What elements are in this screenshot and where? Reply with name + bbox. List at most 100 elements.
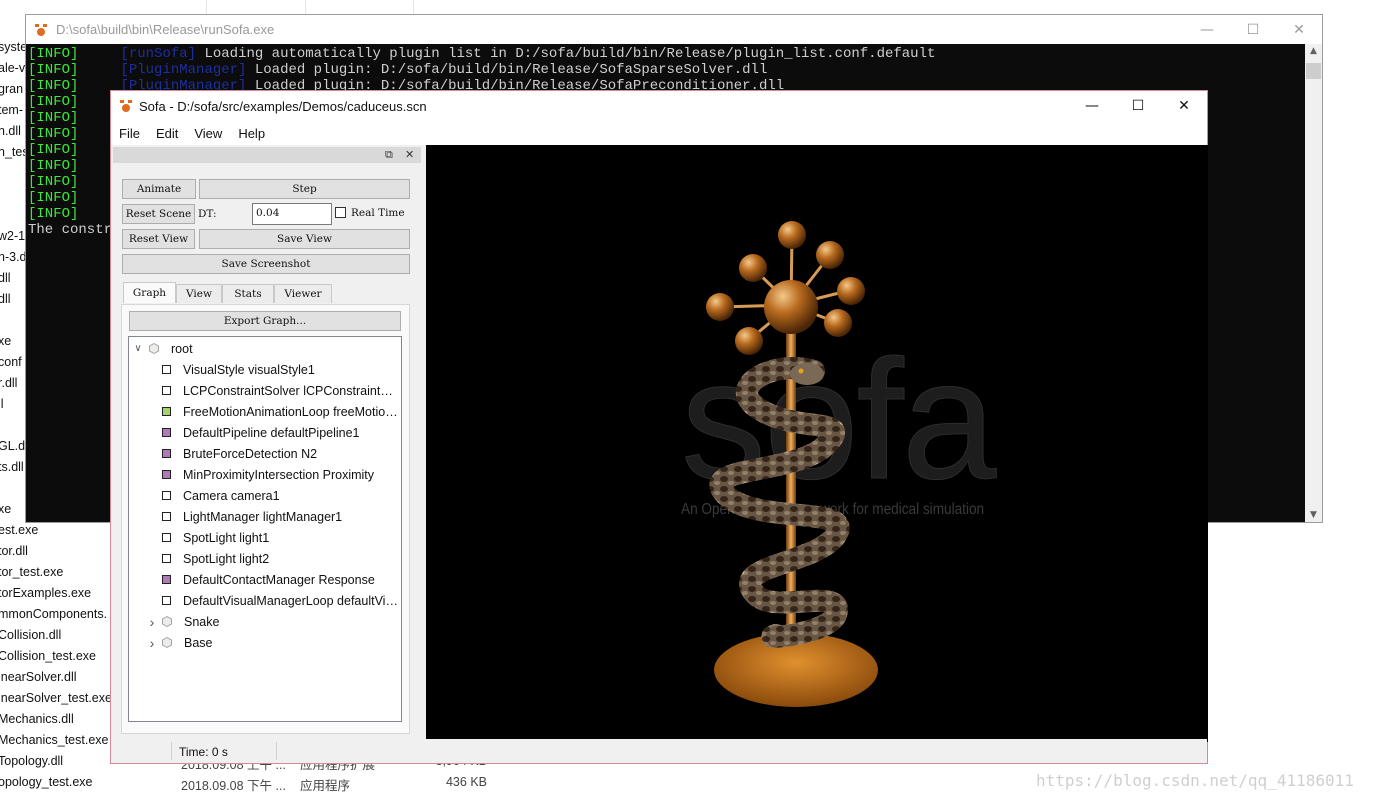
menu-view[interactable]: View [186,126,230,141]
file-name[interactable]: dll [0,271,11,285]
file-name[interactable]: Collision.dll [0,628,61,642]
console-line: [INFO] [runSofa] Loading automatically p… [28,46,935,62]
tree-item-label: MinProximityIntersection Proximity [183,467,375,482]
tree-item[interactable]: DefaultPipeline defaultPipeline1 [162,422,401,443]
tree-item-label: VisualStyle visualStyle1 [183,362,315,377]
close-button[interactable]: ✕ [1161,91,1207,121]
log-message: Loading automatically plugin list in D:/… [196,46,936,62]
file-name[interactable]: Mechanics_test.exe [0,733,108,747]
real-time-checkbox[interactable] [335,207,346,218]
file-name[interactable]: torExamples.exe [0,586,91,600]
file-name[interactable]: Collision_test.exe [0,649,96,663]
3d-viewer[interactable]: sofa An Open Source framework for medica… [426,145,1208,742]
scroll-down-icon[interactable]: ▼ [1305,510,1322,520]
snake-head [790,363,824,385]
log-level: [INFO] [28,190,79,206]
sofa-window[interactable]: Sofa - D:/sofa/src/examples/Demos/caduce… [110,90,1208,764]
file-name[interactable]: inearSolver.dll [0,670,77,684]
component-color-icon [162,491,171,500]
tree-item[interactable]: Camera camera1 [162,485,401,506]
file-name[interactable]: ale-v [0,61,25,75]
minimize-button[interactable]: — [1184,15,1230,44]
file-name[interactable]: w2-1 [0,229,25,243]
tab-stats[interactable]: Stats [222,284,274,303]
console-titlebar[interactable]: D:\sofa\build\bin\Release\runSofa.exe — … [26,15,1322,44]
dt-input[interactable]: 0.04 [252,203,332,225]
reset-view-button[interactable]: Reset View [122,229,195,249]
menu-file[interactable]: File [111,126,148,141]
component-color-icon [162,575,171,584]
tree-item-label: DefaultPipeline defaultPipeline1 [183,425,360,440]
tree-item[interactable]: DefaultContactManager Response [162,569,401,590]
menu-help[interactable]: Help [230,126,273,141]
tree-item-label: Camera camera1 [183,488,280,503]
file-date: 2018.09.08 下午 ... [181,779,286,793]
file-name[interactable]: dll [0,292,11,306]
chevron-down-icon[interactable]: ∨ [131,343,145,354]
scene-graph-tree[interactable]: ∨ root VisualStyle visualStyle1 LCPConstr… [128,336,402,722]
reset-scene-button[interactable]: Reset Scene [122,204,195,224]
file-name[interactable]: Topology.dll [0,754,63,768]
close-dock-icon[interactable]: ✕ [405,147,414,163]
file-name[interactable]: conf [0,355,22,369]
file-name[interactable]: inearSolver_test.exe [0,691,112,705]
file-name[interactable]: est.exe [0,523,38,537]
file-name[interactable]: xe [0,502,11,516]
tree-item[interactable]: FreeMotionAnimationLoop freeMotionAnimat… [162,401,401,422]
sofa-titlebar[interactable]: Sofa - D:/sofa/src/examples/Demos/caduce… [111,91,1207,121]
menu-edit[interactable]: Edit [148,126,186,141]
component-color-icon [162,470,171,479]
status-time: Time: 0 s [179,745,228,759]
file-name[interactable]: mmonComponents. [0,607,107,621]
console-line: [INFO] [PluginManager] Loaded plugin: D:… [28,62,935,78]
animate-button[interactable]: Animate [122,179,196,199]
tree-node-label: Snake [184,614,220,629]
chevron-right-icon[interactable]: › [145,614,159,630]
step-button[interactable]: Step [199,179,410,199]
scroll-thumb[interactable] [1306,63,1321,79]
file-name[interactable]: opology_test.exe [0,775,93,789]
tab-view[interactable]: View [176,284,222,303]
dock-titlebar[interactable]: ⧉ ✕ [113,147,421,163]
tree-item-label: FreeMotionAnimationLoop freeMotionAnimat… [183,404,398,419]
maximize-button[interactable]: ☐ [1230,15,1276,44]
tree-root[interactable]: ∨ root [131,338,401,359]
tab-graph[interactable]: Graph [123,282,176,303]
file-name[interactable]: xe [0,334,11,348]
console-scrollbar[interactable]: ▲ ▼ [1305,44,1322,522]
file-name[interactable]: tor_test.exe [0,565,63,579]
component-color-icon [162,365,171,374]
file-name[interactable]: gran [0,82,23,96]
file-name[interactable]: n.dll [0,124,21,138]
tree-item[interactable]: SpotLight light2 [162,548,401,569]
file-name[interactable]: ll [0,397,4,411]
file-name[interactable]: Mechanics.dll [0,712,74,726]
tree-node-snake[interactable]: › Snake [145,611,401,632]
tree-item[interactable]: SpotLight light1 [162,527,401,548]
tree-item[interactable]: BruteForceDetection N2 [162,443,401,464]
close-button[interactable]: ✕ [1276,15,1322,44]
maximize-button[interactable]: ☐ [1115,91,1161,121]
log-component: [runSofa] [120,46,197,62]
chevron-right-icon[interactable]: › [145,635,159,651]
save-view-button[interactable]: Save View [199,229,410,249]
status-divider [171,742,172,760]
tree-item[interactable]: LightManager lightManager1 [162,506,401,527]
float-dock-icon[interactable]: ⧉ [385,147,393,163]
tree-item[interactable]: LCPConstraintSolver lCPConstraintSolver1 [162,380,401,401]
file-name[interactable]: tem- [0,103,23,117]
tree-item[interactable]: MinProximityIntersection Proximity [162,464,401,485]
file-name[interactable]: tor.dll [0,544,28,558]
file-name[interactable]: r.dll [0,376,17,390]
tab-viewer[interactable]: Viewer [274,284,332,303]
minimize-button[interactable]: — [1069,91,1115,121]
scroll-up-icon[interactable]: ▲ [1305,46,1322,56]
tree-item[interactable]: VisualStyle visualStyle1 [162,359,401,380]
log-message: The constru [28,222,121,238]
export-graph-button[interactable]: Export Graph... [129,311,401,331]
file-name[interactable]: syste [0,40,27,54]
file-name[interactable]: ts.dll [0,460,24,474]
tree-item[interactable]: DefaultVisualManagerLoop defaultVisualMa… [162,590,401,611]
tree-node-base[interactable]: › Base [145,632,401,653]
save-screenshot-button[interactable]: Save Screenshot [122,254,410,274]
